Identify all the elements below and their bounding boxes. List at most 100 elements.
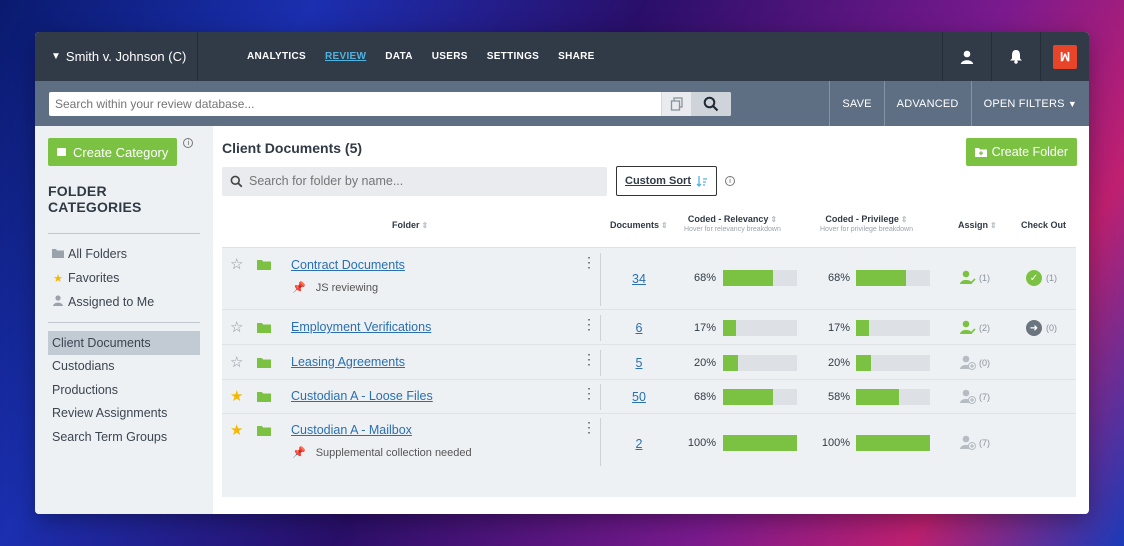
document-count-link[interactable]: 50	[621, 390, 657, 404]
privilege-percent: 20%	[827, 357, 850, 369]
copy-query-button[interactable]	[661, 91, 691, 116]
folder-link[interactable]: Leasing Agreements	[291, 355, 405, 369]
create-category-label: Create Category	[73, 144, 169, 160]
nav-share[interactable]: SHARE	[558, 51, 595, 62]
nav-settings[interactable]: SETTINGS	[487, 51, 539, 62]
privilege-bar[interactable]	[856, 389, 930, 405]
sort-icon	[696, 176, 707, 187]
create-category-button[interactable]: Create Category	[48, 138, 178, 166]
advanced-button[interactable]: ADVANCED	[883, 81, 971, 126]
more-options-icon[interactable]: ⋮	[582, 255, 596, 269]
pin-icon: 📌	[292, 447, 306, 459]
nav-analytics[interactable]: ANALYTICS	[247, 51, 306, 62]
assign-button[interactable]: (0)	[960, 355, 990, 370]
search-button[interactable]	[691, 91, 731, 116]
col-label: Documents	[610, 220, 660, 230]
assign-count: (7)	[979, 437, 990, 448]
folder-add-icon	[974, 148, 987, 157]
custom-sort-button[interactable]: Custom Sort	[616, 166, 717, 196]
create-folder-button[interactable]: Create Folder	[965, 138, 1077, 166]
category-review-assignments[interactable]: Review Assignments	[48, 402, 200, 426]
folder-search	[222, 166, 607, 196]
assign-count: (0)	[979, 357, 990, 368]
privilege-bar[interactable]	[856, 435, 930, 451]
case-selector[interactable]: ▼ Smith v. Johnson (C)	[35, 32, 198, 81]
assign-count: (7)	[979, 391, 990, 402]
more-options-icon[interactable]: ⋮	[582, 420, 596, 434]
col-relevancy[interactable]: Coded - Relevancy ⇕ Hover for relevancy br…	[684, 214, 781, 233]
sidebar-item-assigned-to-me[interactable]: Assigned to Me	[48, 290, 200, 314]
divider	[600, 253, 601, 306]
star-outline-icon[interactable]: ☆	[230, 255, 243, 273]
search-icon	[703, 96, 719, 111]
col-label: Folder	[392, 220, 420, 230]
document-count-link[interactable]: 34	[621, 272, 657, 286]
document-count-link[interactable]: 6	[621, 321, 657, 335]
page-title: Client Documents (5)	[222, 140, 363, 156]
user-add-icon	[960, 355, 976, 370]
nav-data[interactable]: DATA	[385, 51, 413, 62]
sidebar-item-all-folders[interactable]: All Folders	[48, 242, 200, 266]
info-icon[interactable]: i	[725, 176, 735, 186]
document-count-link[interactable]: 5	[621, 356, 657, 370]
relevancy-bar[interactable]	[723, 355, 797, 371]
category-productions[interactable]: Productions	[48, 378, 200, 402]
folder-link[interactable]: Employment Verifications	[291, 320, 431, 334]
folder-link[interactable]: Contract Documents	[291, 258, 405, 272]
privilege-fill	[856, 435, 930, 451]
star-outline-icon[interactable]: ☆	[230, 318, 243, 336]
database-search-input[interactable]	[49, 96, 661, 111]
privilege-bar[interactable]	[856, 270, 930, 286]
user-menu-button[interactable]	[942, 32, 991, 81]
folder-search-input[interactable]	[249, 174, 589, 188]
sort-icon: ⇕	[421, 221, 429, 230]
notifications-button[interactable]	[991, 32, 1040, 81]
assign-button[interactable]: (1)	[960, 270, 990, 285]
col-assign[interactable]: Assign ⇕	[958, 220, 997, 230]
assign-button[interactable]: (7)	[960, 389, 990, 404]
category-search-term-groups[interactable]: Search Term Groups	[48, 425, 200, 449]
folder-link[interactable]: Custodian A - Mailbox	[291, 423, 412, 437]
col-folder[interactable]: Folder ⇕	[392, 220, 428, 230]
privilege-bar[interactable]	[856, 320, 930, 336]
checkout-button[interactable]: ➜ (0)	[1026, 320, 1057, 336]
caret-down-icon: ▼	[1067, 98, 1077, 109]
folder-link[interactable]: Custodian A - Loose Files	[291, 389, 433, 403]
relevancy-fill	[723, 320, 736, 336]
save-button[interactable]: SAVE	[829, 81, 883, 126]
star-filled-icon[interactable]: ★	[230, 387, 243, 405]
folder-note-text: JS reviewing	[315, 281, 379, 294]
user-add-icon	[960, 435, 976, 450]
document-count-link[interactable]: 2	[621, 437, 657, 451]
assign-button[interactable]: (7)	[960, 435, 990, 450]
more-options-icon[interactable]: ⋮	[582, 317, 596, 331]
col-label: Assign	[958, 220, 989, 230]
brand-button[interactable]: ꟽ	[1040, 32, 1089, 81]
checkout-button[interactable]: ✓ (1)	[1026, 270, 1057, 286]
more-options-icon[interactable]: ⋮	[582, 352, 596, 366]
star-filled-icon[interactable]: ★	[230, 421, 243, 439]
nav-review[interactable]: REVIEW	[325, 51, 366, 62]
sidebar-item-favorites[interactable]: ★ Favorites	[48, 266, 200, 290]
open-filters-button[interactable]: OPEN FILTERS ▼	[970, 81, 1089, 126]
info-icon[interactable]: i	[183, 138, 194, 148]
col-privilege[interactable]: Coded - Privilege ⇕ Hover for privilege br…	[820, 214, 913, 233]
sort-icon: ⇕	[990, 221, 997, 230]
nav-users[interactable]: USERS	[432, 51, 468, 62]
user-assigned-icon	[960, 320, 976, 335]
col-label: Coded - Relevancy	[687, 214, 769, 224]
divider	[48, 233, 200, 234]
category-client-documents[interactable]: Client Documents	[48, 331, 200, 355]
relevancy-bar[interactable]	[723, 270, 797, 286]
relevancy-bar[interactable]	[723, 320, 797, 336]
relevancy-bar[interactable]	[723, 389, 797, 405]
col-documents[interactable]: Documents ⇕	[610, 220, 668, 230]
privilege-bar[interactable]	[856, 355, 930, 371]
category-custodians[interactable]: Custodians	[48, 355, 200, 379]
star-outline-icon[interactable]: ☆	[230, 353, 243, 371]
more-options-icon[interactable]: ⋮	[582, 386, 596, 400]
star-icon: ★	[53, 272, 63, 285]
relevancy-bar[interactable]	[723, 435, 797, 451]
assign-button[interactable]: (2)	[960, 320, 990, 335]
bell-icon	[1010, 50, 1022, 64]
